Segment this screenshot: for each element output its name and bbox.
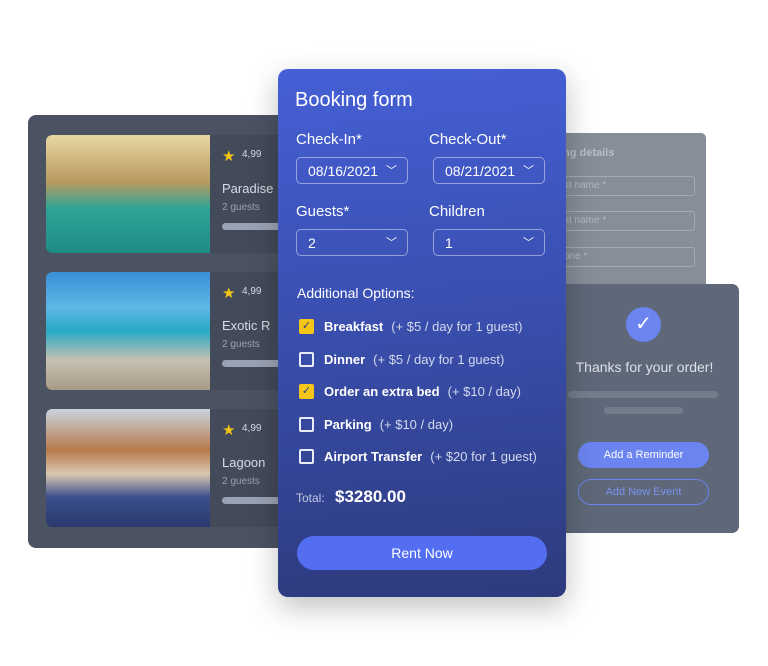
- guests-select[interactable]: 2 ﹀: [296, 229, 408, 256]
- guests-label: Guests*: [296, 203, 350, 220]
- chevron-down-icon: ﹀: [386, 165, 397, 177]
- rating: 4,99: [242, 286, 262, 297]
- listing-panel: ★ 4,99 Paradise 2 guests ★ 4,99 Exotic R 2 gue…: [28, 115, 290, 548]
- listing-name: Exotic R: [222, 318, 271, 333]
- checkin-select[interactable]: 08/16/2021 ﹀: [296, 157, 408, 184]
- placeholder-bar: [568, 391, 718, 398]
- confirmation-panel: ✓ Thanks for your order! Add a Reminder …: [550, 284, 739, 533]
- listing-photo: [46, 135, 210, 253]
- check-icon: ✓: [626, 307, 661, 342]
- checkbox[interactable]: [299, 417, 314, 432]
- option-name: Dinner: [324, 352, 366, 367]
- children-label: Children: [429, 203, 485, 220]
- listing-guests: 2 guests: [222, 339, 260, 350]
- option-dinner[interactable]: Dinner (+ $5 / day for 1 guest): [299, 352, 504, 367]
- option-price: (+ $10 / day): [379, 417, 454, 432]
- listing-photo: [46, 272, 210, 390]
- total-label: Total:: [296, 491, 325, 505]
- guests-value: 2: [308, 235, 316, 251]
- add-reminder-button[interactable]: Add a Reminder: [578, 442, 709, 468]
- listing-name: Lagoon: [222, 455, 266, 470]
- placeholder-bar: [604, 407, 683, 414]
- children-select[interactable]: 1 ﹀: [433, 229, 545, 256]
- option-price: (+ $20 for 1 guest): [430, 449, 537, 464]
- option-name: Parking: [324, 417, 372, 432]
- checkbox[interactable]: [299, 352, 314, 367]
- checkout-select[interactable]: 08/21/2021 ﹀: [433, 157, 545, 184]
- star-icon: ★: [222, 148, 236, 165]
- form-title: Booking form: [295, 89, 413, 111]
- option-breakfast[interactable]: ✓ Breakfast (+ $5 / day for 1 guest): [299, 319, 522, 334]
- checkin-label: Check-In*: [296, 131, 362, 148]
- last-name-field[interactable]: st name *: [555, 211, 695, 231]
- details-title: ng details: [563, 147, 615, 159]
- checkbox-checked[interactable]: ✓: [299, 384, 314, 399]
- listing-card[interactable]: ★ 4,99 Paradise 2 guests: [46, 135, 290, 253]
- chevron-down-icon: ﹀: [386, 237, 397, 249]
- add-event-button[interactable]: Add New Event: [578, 479, 709, 505]
- listing-guests: 2 guests: [222, 476, 260, 487]
- checkout-value: 08/21/2021: [445, 163, 516, 179]
- confirmation-title: Thanks for your order!: [575, 359, 714, 375]
- listing-card[interactable]: ★ 4,99 Lagoon 2 guests: [46, 409, 290, 527]
- option-price: (+ $5 / day for 1 guest): [373, 352, 505, 367]
- listing-guests: 2 guests: [222, 202, 260, 213]
- first-name-field[interactable]: st name *: [555, 176, 695, 196]
- chevron-down-icon: ﹀: [523, 237, 534, 249]
- star-icon: ★: [222, 285, 236, 302]
- option-airport-transfer[interactable]: Airport Transfer (+ $20 for 1 guest): [299, 449, 537, 464]
- children-value: 1: [445, 235, 453, 251]
- listing-card[interactable]: ★ 4,99 Exotic R 2 guests: [46, 272, 290, 390]
- booking-form: Booking form Check-In* Check-Out* 08/16/…: [278, 69, 566, 597]
- rating: 4,99: [242, 149, 262, 160]
- details-panel: ng details st name * st name * one *: [545, 133, 706, 288]
- listing-name: Paradise: [222, 181, 274, 196]
- option-name: Breakfast: [324, 319, 384, 334]
- rent-now-button[interactable]: Rent Now: [297, 536, 547, 570]
- checkout-label: Check-Out*: [429, 131, 507, 148]
- option-name: Airport Transfer: [324, 449, 423, 464]
- checkbox[interactable]: [299, 449, 314, 464]
- checkbox-checked[interactable]: ✓: [299, 319, 314, 334]
- rating: 4,99: [242, 423, 262, 434]
- phone-field[interactable]: one *: [555, 247, 695, 267]
- total-value: $3280.00: [335, 487, 406, 506]
- star-icon: ★: [222, 422, 236, 439]
- option-parking[interactable]: Parking (+ $10 / day): [299, 417, 453, 432]
- checkin-value: 08/16/2021: [308, 163, 379, 179]
- chevron-down-icon: ﹀: [523, 165, 534, 177]
- option-name: Order an extra bed: [324, 384, 440, 399]
- options-label: Additional Options:: [297, 285, 415, 301]
- option-extra-bed[interactable]: ✓ Order an extra bed (+ $10 / day): [299, 384, 521, 399]
- option-price: (+ $5 / day for 1 guest): [391, 319, 523, 334]
- listing-photo: [46, 409, 210, 527]
- option-price: (+ $10 / day): [447, 384, 521, 399]
